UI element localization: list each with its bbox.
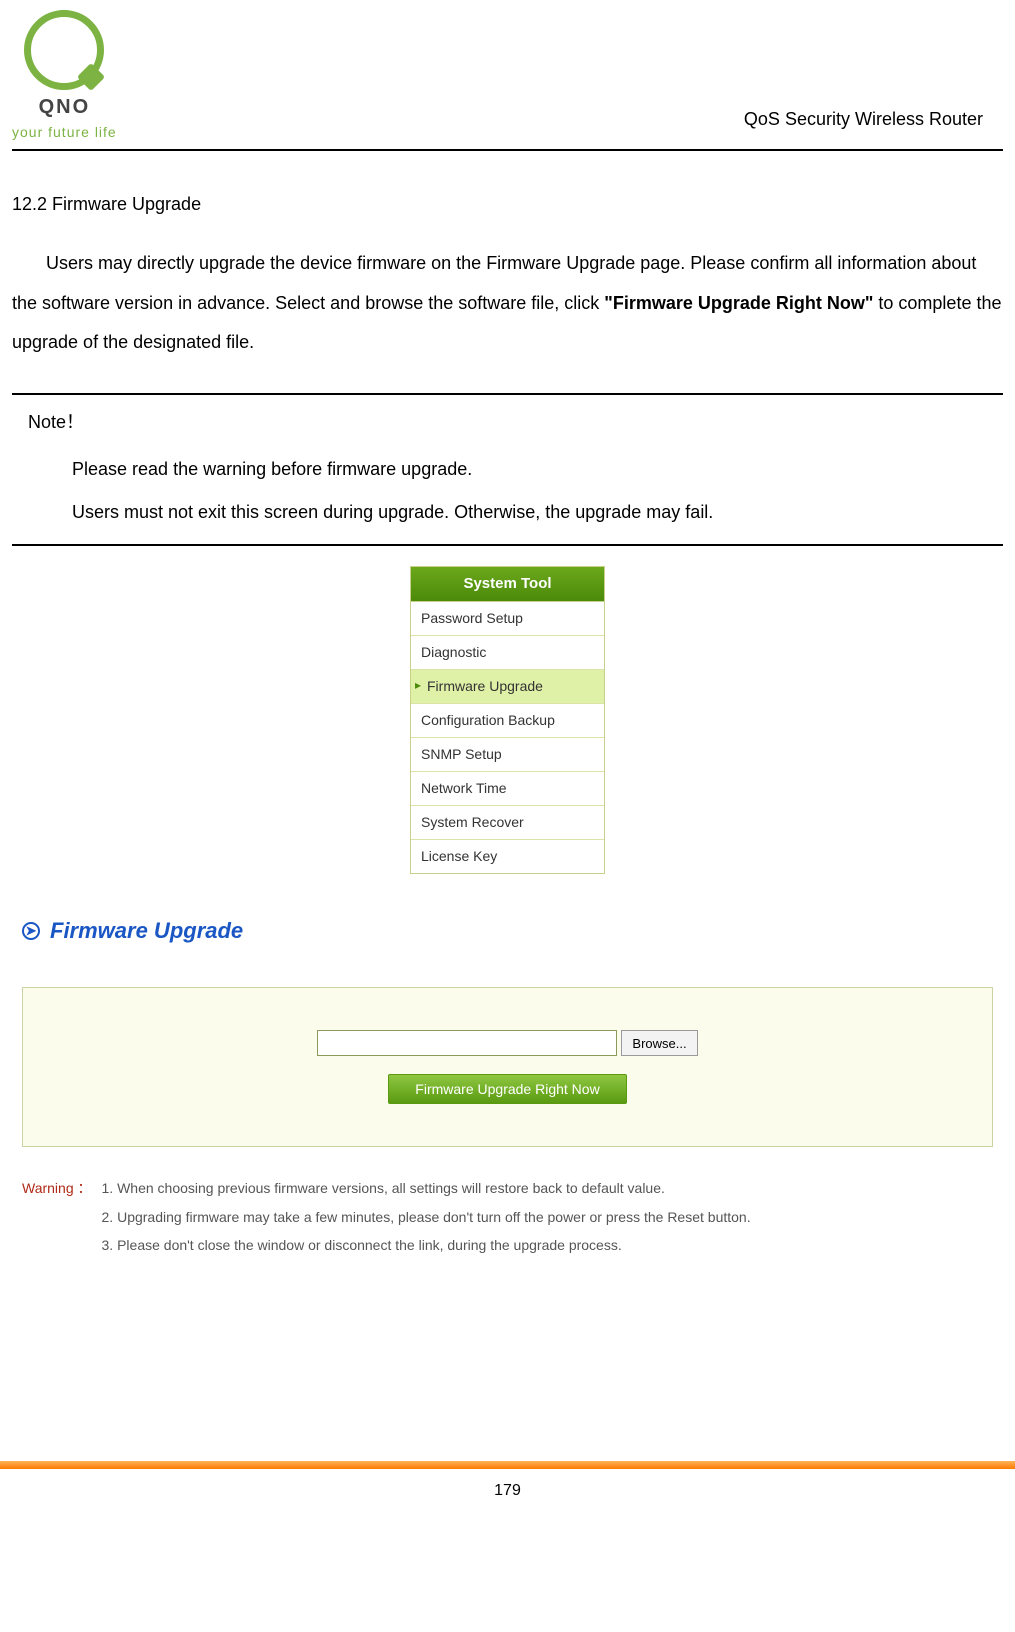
menu-item-network-time[interactable]: Network Time: [411, 772, 604, 806]
browse-button[interactable]: Browse...: [621, 1030, 697, 1056]
arrow-circle-icon: ➤: [22, 922, 40, 940]
footer-accent-bar: [0, 1461, 1015, 1469]
panel-heading-text: Firmware Upgrade: [50, 914, 243, 947]
warning-item-2: 2. Upgrading firmware may take a few min…: [102, 1204, 751, 1231]
menu-item-snmp-setup[interactable]: SNMP Setup: [411, 738, 604, 772]
note-line-1: Please read the warning before firmware …: [72, 456, 993, 483]
note-title: Note！: [28, 409, 993, 436]
section-title: 12.2 Firmware Upgrade: [12, 191, 1003, 218]
firmware-file-input[interactable]: [317, 1030, 617, 1056]
warning-item-3: 3. Please don't close the window or disc…: [102, 1232, 751, 1259]
menu-item-diagnostic[interactable]: Diagnostic: [411, 636, 604, 670]
upload-box: Browse... Firmware Upgrade Right Now: [22, 987, 993, 1147]
product-name: QoS Security Wireless Router: [744, 106, 983, 143]
menu-item-configuration-backup[interactable]: Configuration Backup: [411, 704, 604, 738]
system-tool-menu: System Tool Password Setup Diagnostic Fi…: [410, 566, 605, 875]
brand-text: QNO: [12, 92, 117, 122]
section-paragraph: Users may directly upgrade the device fi…: [12, 244, 1003, 363]
menu-item-firmware-upgrade[interactable]: Firmware Upgrade: [411, 670, 604, 704]
brand-logo: QNO your future life: [12, 10, 117, 143]
note-block: Note！ Please read the warning before fir…: [12, 393, 1003, 546]
note-line-2: Users must not exit this screen during u…: [72, 499, 993, 526]
panel-heading: ➤ Firmware Upgrade: [22, 914, 993, 947]
menu-header: System Tool: [411, 567, 604, 603]
page-number: 179: [0, 1469, 1015, 1529]
firmware-upgrade-button[interactable]: Firmware Upgrade Right Now: [388, 1074, 626, 1104]
menu-item-system-recover[interactable]: System Recover: [411, 806, 604, 840]
menu-item-password-setup[interactable]: Password Setup: [411, 602, 604, 636]
brand-tagline: your future life: [12, 122, 117, 143]
warning-block: Warning ： 1. When choosing previous firm…: [22, 1175, 993, 1261]
header-divider: [12, 149, 1003, 151]
q-logo-icon: [24, 10, 104, 90]
menu-item-license-key[interactable]: License Key: [411, 840, 604, 873]
warning-label: Warning ：: [22, 1175, 92, 1261]
paragraph-bold: "Firmware Upgrade Right Now": [604, 293, 873, 313]
warning-item-1: 1. When choosing previous firmware versi…: [102, 1175, 751, 1202]
